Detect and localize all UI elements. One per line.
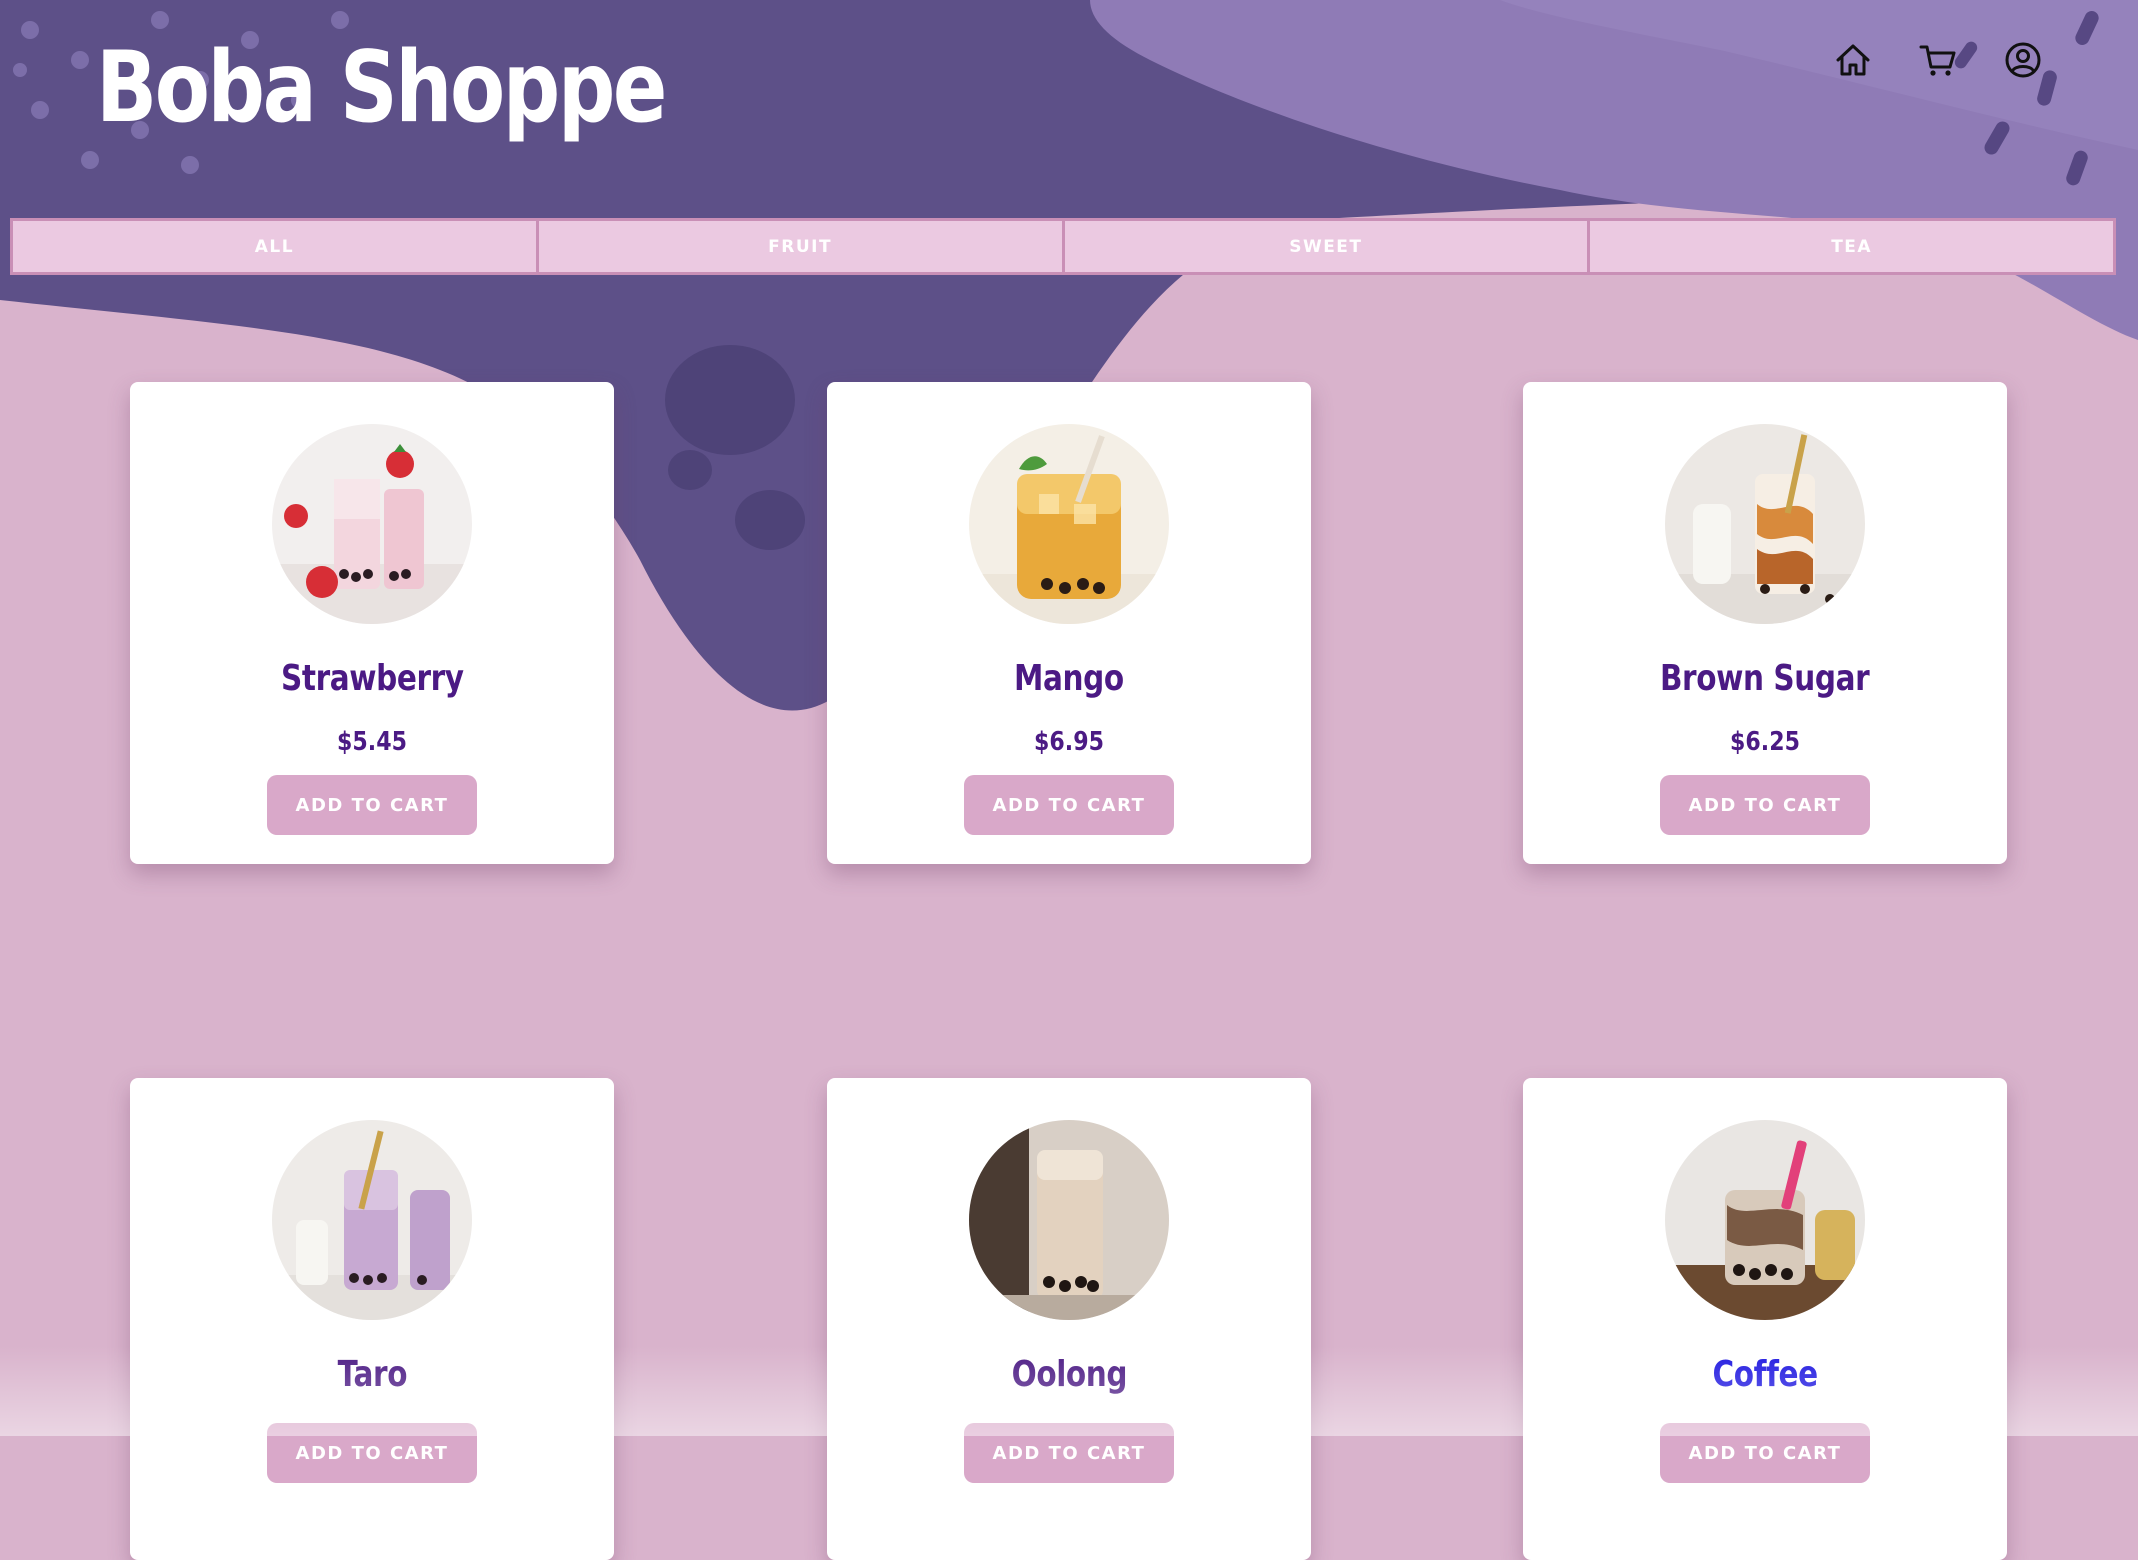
add-to-cart-button[interactable]: ADD TO CART [964, 1423, 1174, 1483]
product-card-taro: Taro ADD TO CART [130, 1078, 614, 1560]
product-image-oolong [969, 1120, 1169, 1320]
product-image-strawberry [272, 424, 472, 624]
product-image-mango [969, 424, 1169, 624]
add-to-cart-button[interactable]: ADD TO CART [1660, 775, 1870, 835]
product-card-coffee: Coffee ADD TO CART [1523, 1078, 2007, 1560]
product-name: Brown Sugar [1660, 658, 1870, 699]
product-card-brown-sugar: Brown Sugar $6.25 ADD TO CART [1523, 382, 2007, 864]
product-price: $6.25 [1730, 727, 1800, 757]
add-to-cart-button[interactable]: ADD TO CART [964, 775, 1174, 835]
product-image-brown-sugar [1665, 424, 1865, 624]
product-price: $5.45 [337, 727, 407, 757]
product-card-oolong: Oolong ADD TO CART [827, 1078, 1311, 1560]
product-price: $6.95 [1034, 727, 1104, 757]
product-name: Strawberry [280, 658, 464, 699]
product-grid: Strawberry $5.45 ADD TO CART Mango $6.95… [0, 0, 2138, 1560]
product-card-mango: Mango $6.95 ADD TO CART [827, 382, 1311, 864]
add-to-cart-button[interactable]: ADD TO CART [267, 1423, 477, 1483]
product-name: Mango [1014, 658, 1124, 699]
product-card-strawberry: Strawberry $5.45 ADD TO CART [130, 382, 614, 864]
product-name[interactable]: Coffee [1712, 1354, 1818, 1395]
add-to-cart-button[interactable]: ADD TO CART [267, 775, 477, 835]
product-image-taro [272, 1120, 472, 1320]
product-image-coffee [1665, 1120, 1865, 1320]
product-name: Oolong [1011, 1354, 1127, 1395]
product-name: Taro [337, 1354, 407, 1395]
add-to-cart-button[interactable]: ADD TO CART [1660, 1423, 1870, 1483]
